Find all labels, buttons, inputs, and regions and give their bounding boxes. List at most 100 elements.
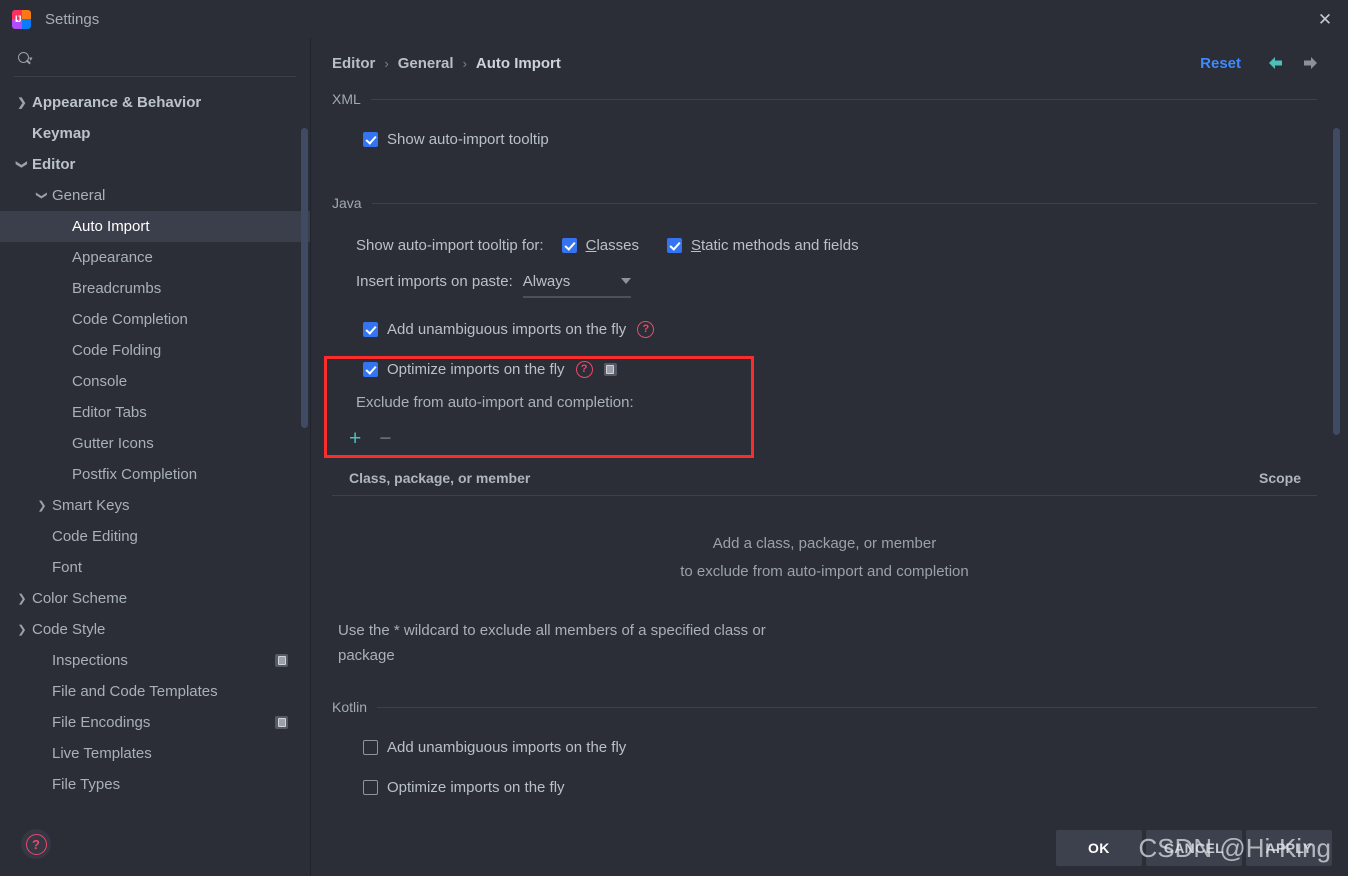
exclude-label: Exclude from auto-import and completion: (356, 394, 634, 411)
chevron-down-icon (620, 278, 631, 284)
arrow-left-icon[interactable] (1266, 53, 1286, 73)
sidebar-item-inspections[interactable]: ❯Inspections (0, 645, 310, 676)
sidebar-item-editor[interactable]: ❯ Editor (0, 149, 310, 180)
sidebar-scrollbar[interactable] (301, 128, 308, 428)
sidebar-item-keymap[interactable]: ❯Keymap (0, 118, 310, 149)
sidebar-item-font[interactable]: ❯Font (0, 552, 310, 583)
sidebar-item-appearance-behavior[interactable]: ❯ Appearance & Behavior (0, 87, 310, 118)
search-input[interactable] (39, 50, 296, 68)
sidebar-item-breadcrumbs[interactable]: ❯Breadcrumbs (0, 273, 310, 304)
add-unambiguous-kotlin-row: Add unambiguous imports on the fly (363, 730, 1348, 764)
sidebar-item-label: File and Code Templates (52, 683, 218, 700)
add-unambiguous-java-label[interactable]: Add unambiguous imports on the fly (387, 321, 626, 338)
chevron-right-icon[interactable]: ❯ (34, 499, 50, 512)
kotlin-section-title: Kotlin (332, 699, 368, 715)
optimize-imports-java-label[interactable]: Optimize imports on the fly (387, 361, 565, 378)
sidebar-item-label: Console (72, 373, 128, 390)
sidebar-item-label: Color Scheme (32, 590, 128, 607)
chevron-right-icon[interactable]: ❯ (14, 96, 30, 109)
sidebar-item-console[interactable]: ❯Console (0, 366, 310, 397)
divider (371, 202, 1317, 204)
sidebar-item-label: Inspections (52, 652, 128, 669)
java-tooltip-for-row: Show auto-import tooltip for: Classes St… (356, 228, 1348, 262)
dialog-footer: ? OK CANCEL APPLY CSDN @Hi-King (0, 820, 1348, 876)
remove-exclude-button[interactable]: − (379, 428, 391, 449)
sidebar-item-code-editing[interactable]: ❯Code Editing (0, 521, 310, 552)
help-button[interactable]: ? (21, 829, 51, 859)
java-static-methods-label[interactable]: Static methods and fields (691, 237, 859, 254)
breadcrumb: Editor › General › Auto Import Reset (311, 38, 1348, 88)
settings-tree: ❯Appearance & Behavior❯Keymap❯Editor❯Gen… (0, 87, 310, 800)
help-question-icon[interactable]: ? (575, 360, 593, 378)
java-tooltip-for-label: Show auto-import tooltip for: (356, 236, 544, 254)
sidebar-item-general[interactable]: ❯ General (0, 180, 310, 211)
xml-show-tooltip-row: Show auto-import tooltip (363, 122, 1348, 156)
ok-button[interactable]: OK (1055, 830, 1142, 866)
sidebar-item-code-style[interactable]: ❯ Code Style (0, 614, 310, 645)
cancel-button[interactable]: CANCEL (1145, 830, 1242, 866)
optimize-imports-kotlin-row: Optimize imports on the fly (363, 770, 1348, 804)
project-scope-badge-icon (603, 362, 617, 376)
apply-button[interactable]: APPLY (1246, 830, 1332, 866)
sidebar-item-label: Appearance (72, 249, 153, 266)
breadcrumb-item-general[interactable]: General (398, 55, 454, 72)
help-question-icon[interactable]: ? (637, 320, 655, 338)
table-empty-state: Add a class, package, or member to exclu… (332, 496, 1317, 596)
add-unambiguous-kotlin-label[interactable]: Add unambiguous imports on the fly (387, 739, 626, 756)
combo-underline (522, 296, 631, 298)
sidebar-item-gutter-icons[interactable]: ❯Gutter Icons (0, 428, 310, 459)
sidebar-item-color-scheme[interactable]: ❯ Color Scheme (0, 583, 310, 614)
java-section-title: Java (332, 195, 362, 211)
sidebar-item-code-completion[interactable]: ❯Code Completion (0, 304, 310, 335)
optimize-imports-java-checkbox[interactable] (363, 361, 378, 377)
exclude-table: Class, package, or member Scope Add a cl… (332, 461, 1317, 596)
sidebar-item-file-encodings[interactable]: ❯File Encodings (0, 707, 310, 738)
sidebar-item-appearance[interactable]: ❯Appearance (0, 242, 310, 273)
exclude-table-toolbar: + − (349, 423, 1348, 453)
xml-show-tooltip-label[interactable]: Show auto-import tooltip (387, 131, 549, 148)
empty-line-2: to exclude from auto-import and completi… (680, 563, 969, 580)
sidebar-item-label: Code Folding (72, 342, 162, 359)
empty-line-1: Add a class, package, or member (712, 535, 937, 552)
chevron-down-icon[interactable]: ❯ (36, 188, 49, 204)
sidebar-item-auto-import[interactable]: ❯Auto Import (0, 211, 310, 242)
xml-show-tooltip-checkbox[interactable] (363, 131, 378, 147)
reset-link[interactable]: Reset (1200, 55, 1241, 72)
chevron-down-icon[interactable]: ❯ (16, 157, 29, 173)
settings-dialog: IJ Settings ✕ ▾ ❯Appearance & Behavior❯K… (0, 0, 1348, 876)
insert-imports-value: Always (522, 272, 571, 290)
sidebar-item-label: Auto Import (72, 218, 150, 235)
add-exclude-button[interactable]: + (349, 428, 361, 449)
chevron-right-icon[interactable]: ❯ (14, 623, 30, 636)
breadcrumb-item-editor[interactable]: Editor (332, 55, 375, 72)
java-classes-checkbox[interactable] (561, 237, 577, 253)
chevron-right-icon[interactable]: ❯ (14, 592, 30, 605)
sidebar-item-label: Smart Keys (52, 497, 130, 514)
insert-imports-dropdown[interactable]: Always (522, 268, 631, 298)
table-header-row: Class, package, or member Scope (332, 461, 1317, 496)
sidebar-item-editor-tabs[interactable]: ❯Editor Tabs (0, 397, 310, 428)
sidebar-item-file-types[interactable]: ❯File Types (0, 769, 310, 800)
arrow-right-icon[interactable] (1300, 53, 1320, 73)
add-unambiguous-java-checkbox[interactable] (363, 321, 378, 337)
sidebar-item-file-and-code-templates[interactable]: ❯File and Code Templates (0, 676, 310, 707)
optimize-imports-kotlin-label[interactable]: Optimize imports on the fly (387, 779, 565, 796)
sidebar-item-label: Editor Tabs (72, 404, 147, 421)
footer-buttons: OK CANCEL APPLY (1055, 830, 1332, 866)
close-icon[interactable]: ✕ (1302, 0, 1348, 38)
intellij-idea-logo-icon: IJ (12, 9, 31, 29)
content-scrollbar[interactable] (1333, 128, 1340, 435)
sidebar-item-code-folding[interactable]: ❯Code Folding (0, 335, 310, 366)
search-icon: ▾ (18, 51, 33, 67)
sidebar-item-smart-keys[interactable]: ❯ Smart Keys (0, 490, 310, 521)
java-classes-label[interactable]: Classes (586, 237, 639, 254)
optimize-imports-kotlin-checkbox[interactable] (363, 779, 378, 795)
divider (377, 706, 1317, 708)
sidebar-item-label: File Types (52, 776, 121, 793)
add-unambiguous-kotlin-checkbox[interactable] (363, 739, 378, 755)
sidebar-item-postfix-completion[interactable]: ❯Postfix Completion (0, 459, 310, 490)
java-static-methods-checkbox[interactable] (666, 237, 682, 253)
sidebar-item-live-templates[interactable]: ❯Live Templates (0, 738, 310, 769)
kotlin-section: Kotlin Add unambiguous imports on the fl… (332, 696, 1348, 804)
sidebar-item-label: Code Editing (52, 528, 138, 545)
